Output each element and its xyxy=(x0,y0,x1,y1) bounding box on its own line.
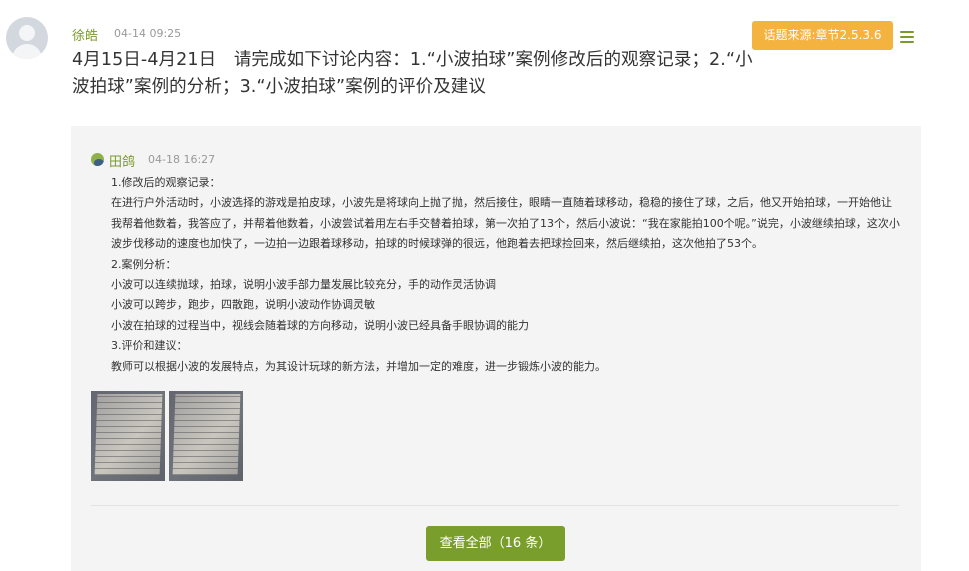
reply-avatar[interactable] xyxy=(91,153,104,166)
attachment-image-thumbnail[interactable] xyxy=(91,391,165,481)
reply-line: 在进行户外活动时，小波选择的游戏是拍皮球，小波先是将球向上抛了抛，然后接住，眼睛… xyxy=(111,196,900,251)
reply-line: 2.案例分析： xyxy=(111,257,177,271)
avatar-head-shape xyxy=(19,25,35,41)
divider xyxy=(91,505,899,506)
hamburger-menu-icon[interactable] xyxy=(900,31,914,43)
avatar-body-shape xyxy=(12,44,42,59)
reply-line: 小波在拍球的过程当中，视线会随着球的方向移动，说明小波已经具备手眼协调的能力 xyxy=(111,318,529,332)
topic-source-button[interactable]: 话题来源:章节2.5.3.6 xyxy=(752,21,893,50)
reply-line: 1.修改后的观察记录： xyxy=(111,176,221,189)
post-title: 4月15日-4月21日 请完成如下讨论内容：1.“小波拍球”案例修改后的观察记录… xyxy=(72,50,753,97)
reply-time: 04-18 16:27 xyxy=(148,153,216,166)
discussion-post: 徐皓 04-14 09:25 话题来源:章节2.5.3.6 4月15日-4月21… xyxy=(0,0,969,571)
reply-content: 1.修改后的观察记录： 在进行户外活动时，小波选择的游戏是拍皮球，小波先是将球向… xyxy=(111,173,901,377)
reply-author[interactable]: 田鸽 xyxy=(109,151,135,170)
post-author[interactable]: 徐皓 xyxy=(72,25,98,44)
reply-line: 教师可以根据小波的发展特点，为其设计玩球的新方法，并增加一定的难度，进一步锻炼小… xyxy=(111,359,606,373)
reply-card: 田鸽 04-18 16:27 1.修改后的观察记录： 在进行户外活动时，小波选择… xyxy=(71,126,921,571)
view-all-replies-button[interactable]: 查看全部（16 条） xyxy=(426,526,565,561)
reply-line: 小波可以跨步，跑步，四散跑，说明小波动作协调灵敏 xyxy=(111,298,375,312)
reply-line: 3.评价和建议： xyxy=(111,339,188,353)
author-avatar[interactable] xyxy=(6,17,48,59)
reply-line: 小波可以连续抛球，拍球，说明小波手部力量发展比较充分，手的动作灵活协调 xyxy=(111,278,496,292)
post-time: 04-14 09:25 xyxy=(114,27,182,40)
attachment-image-thumbnail[interactable] xyxy=(169,391,243,481)
